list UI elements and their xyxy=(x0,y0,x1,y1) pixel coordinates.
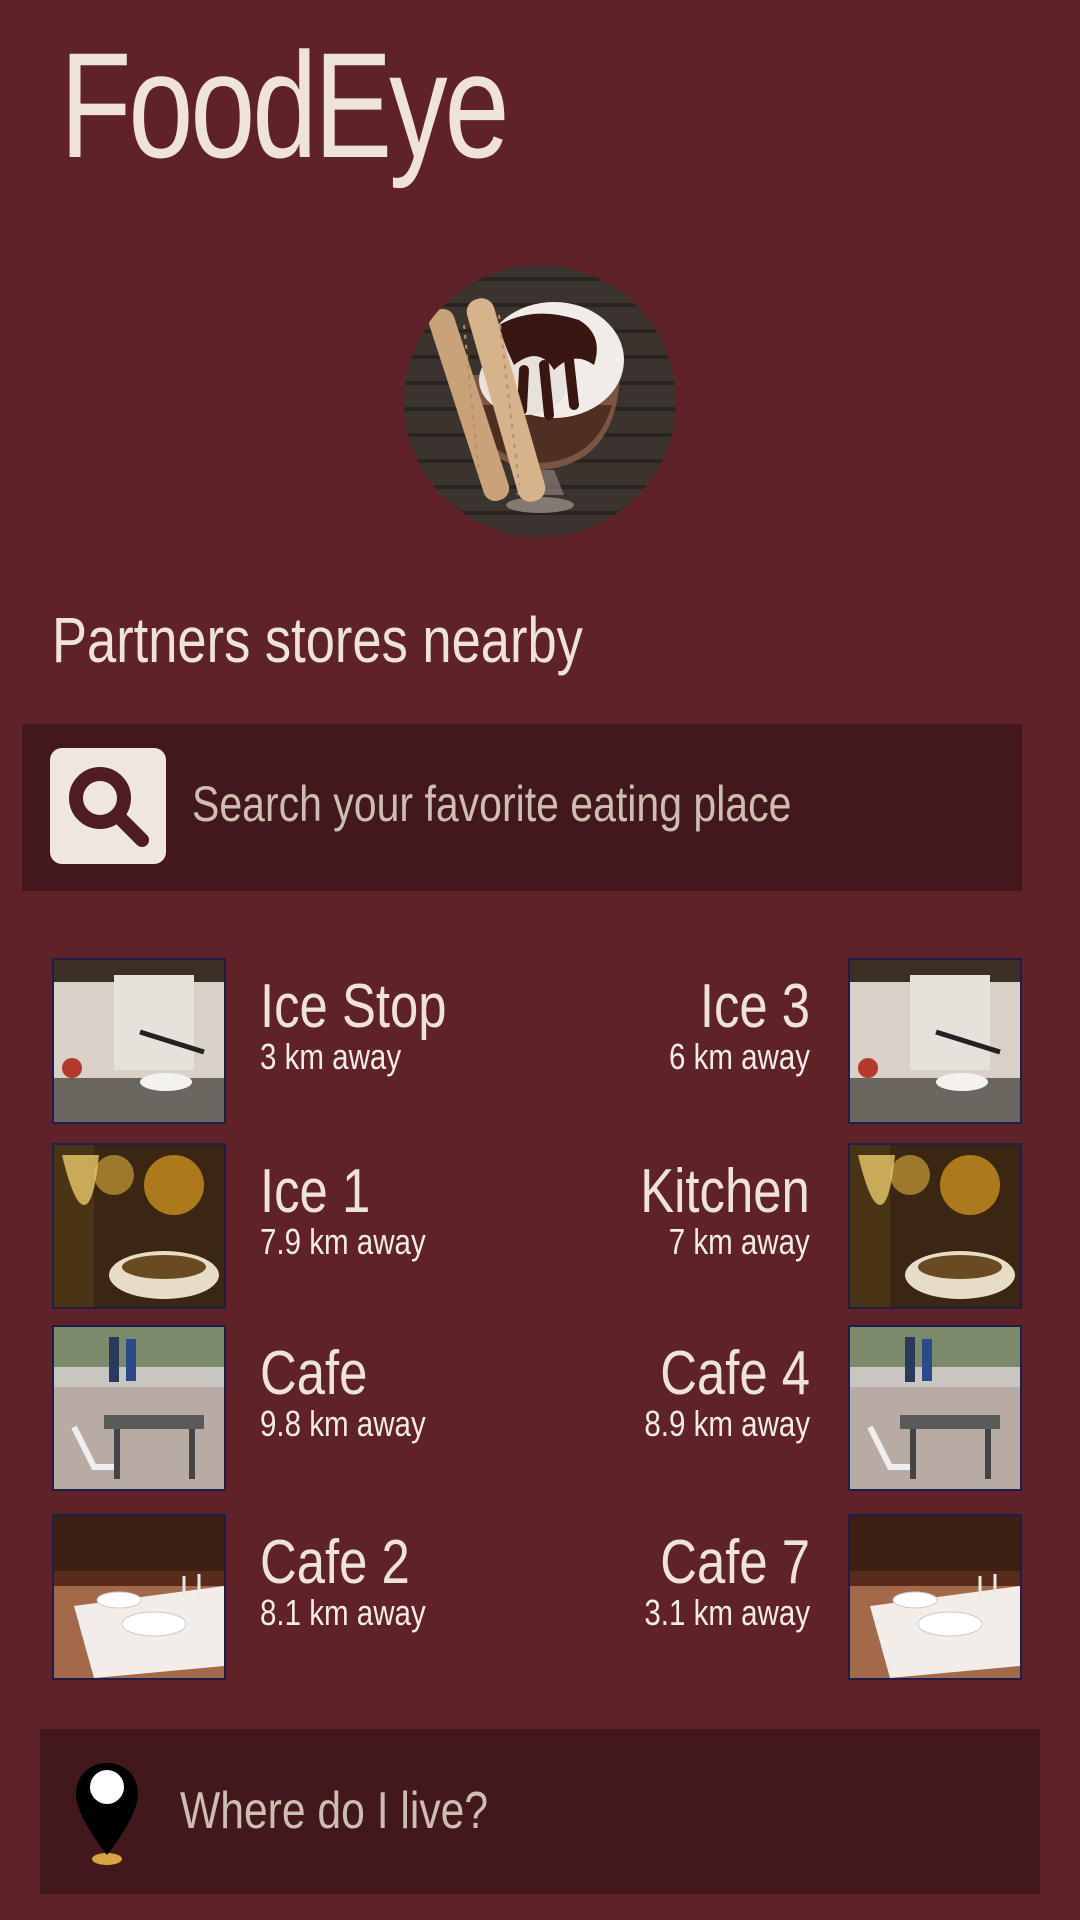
store-distance: 7.9 km away xyxy=(260,1221,426,1262)
street-cafe-photo xyxy=(52,1325,226,1491)
search-input[interactable] xyxy=(192,764,848,844)
store-name: Kitchen xyxy=(640,1157,810,1226)
search-bar xyxy=(22,724,1022,891)
store-distance: 3 km away xyxy=(260,1036,402,1077)
chef-cooking-photo xyxy=(848,958,1022,1124)
store-item[interactable]: Ice Stop 3 km away xyxy=(52,958,532,1124)
search-icon xyxy=(69,767,149,847)
store-name: Ice 1 xyxy=(260,1157,371,1226)
section-title: Partners stores nearby xyxy=(52,604,583,676)
location-label: Where do I live? xyxy=(180,1782,489,1840)
app-screen: FoodEye Partners stores nearby Search yo… xyxy=(0,0,1080,1920)
store-item[interactable]: Cafe 9.8 km away xyxy=(52,1325,532,1491)
wine-dinner-photo xyxy=(848,1143,1022,1309)
store-item[interactable]: Kitchen 7 km away xyxy=(540,1143,1022,1309)
store-distance: 9.8 km away xyxy=(260,1403,426,1444)
search-button[interactable] xyxy=(50,748,166,864)
store-distance: 6 km away xyxy=(668,1036,810,1077)
store-item[interactable]: Cafe 4 8.9 km away xyxy=(540,1325,1022,1491)
store-distance: 3.1 km away xyxy=(644,1592,810,1633)
map-pin-icon xyxy=(76,1763,138,1865)
store-item[interactable]: Ice 1 7.9 km away xyxy=(52,1143,532,1309)
table-setting-photo xyxy=(848,1514,1022,1680)
chef-cooking-photo xyxy=(52,958,226,1124)
table-setting-photo xyxy=(52,1514,226,1680)
store-item[interactable]: Ice 3 6 km away xyxy=(540,958,1022,1124)
wine-dinner-photo xyxy=(52,1143,226,1309)
store-name: Cafe 2 xyxy=(260,1528,410,1597)
store-name: Ice Stop xyxy=(260,972,447,1041)
street-cafe-photo xyxy=(848,1325,1022,1491)
store-item[interactable]: Cafe 7 3.1 km away xyxy=(540,1514,1022,1680)
location-button[interactable]: Where do I live? xyxy=(40,1729,1040,1894)
hero-dessert-image xyxy=(404,265,676,537)
store-name: Cafe 4 xyxy=(660,1339,810,1408)
app-title: FoodEye xyxy=(60,21,510,189)
store-name: Cafe xyxy=(260,1339,368,1408)
store-distance: 7 km away xyxy=(668,1221,810,1262)
store-name: Cafe 7 xyxy=(660,1528,810,1597)
store-distance: 8.9 km away xyxy=(644,1403,810,1444)
store-name: Ice 3 xyxy=(699,972,810,1041)
store-distance: 8.1 km away xyxy=(260,1592,426,1633)
store-item[interactable]: Cafe 2 8.1 km away xyxy=(52,1514,532,1680)
